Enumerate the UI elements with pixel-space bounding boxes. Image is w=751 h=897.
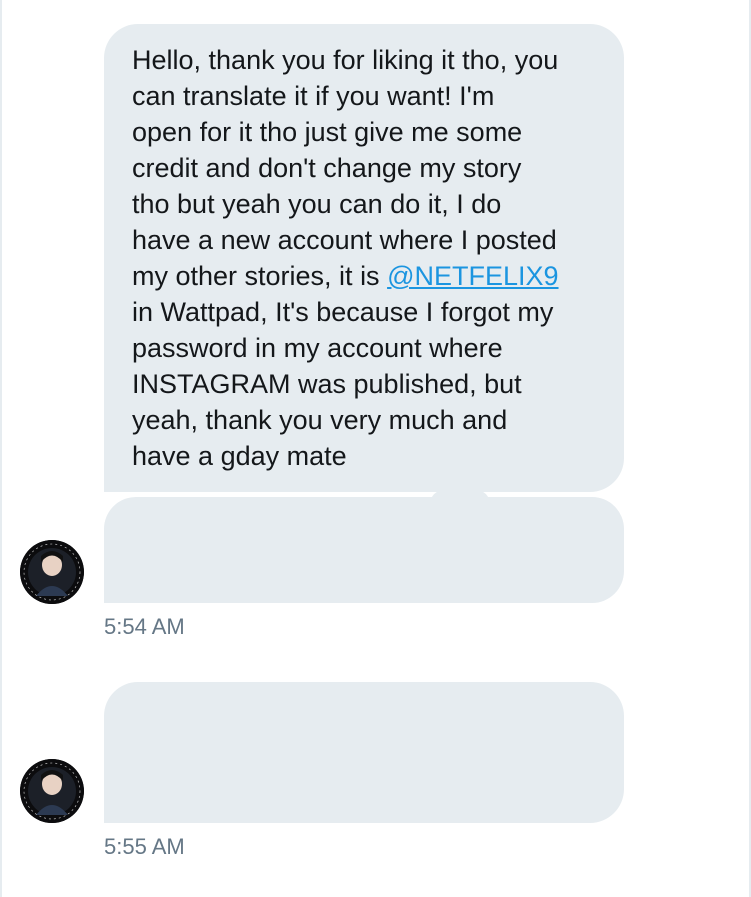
message-text-part-1: Hello, thank you for liking it tho, you … — [132, 45, 559, 291]
profile-avatar-icon[interactable] — [20, 759, 84, 823]
message-bubble-media[interactable] — [104, 497, 624, 603]
message-text: Hello, thank you for liking it tho, you … — [132, 42, 607, 474]
message-bubble-media[interactable] — [104, 682, 624, 823]
timestamp: 5:54 AM — [104, 614, 185, 639]
dm-conversation: Hello, thank you for liking it tho, you … — [0, 0, 751, 897]
message-text-part-2: in Wattpad, It's because I forgot my pas… — [132, 297, 554, 471]
message-bubble-text[interactable]: Hello, thank you for liking it tho, you … — [104, 24, 624, 492]
profile-avatar-icon[interactable] — [20, 540, 84, 604]
left-border — [0, 0, 2, 897]
timestamp: 5:55 AM — [104, 834, 185, 859]
mention-link[interactable]: @NETFELIX9 — [387, 261, 558, 291]
